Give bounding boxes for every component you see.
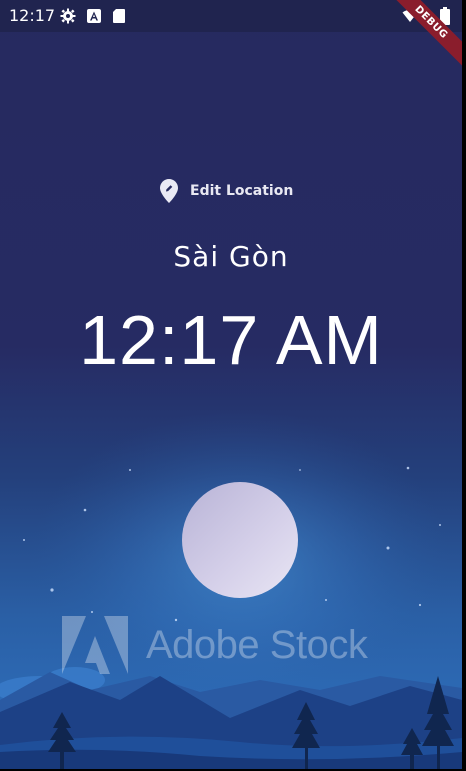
time-display: 12:17 AM [79, 301, 383, 379]
location-name: Sài Gòn [173, 240, 289, 273]
adobe-logo-icon [62, 616, 128, 674]
status-bar: 12:17 [0, 0, 462, 32]
moon [182, 482, 298, 598]
location-pin-icon [160, 179, 178, 203]
app-screen: Adobe Stock 12:17 DEBUG Edit Location Sà… [0, 0, 462, 769]
edit-location-label: Edit Location [190, 183, 294, 199]
status-time: 12:17 [9, 6, 56, 25]
a-badge-icon [87, 9, 101, 23]
sd-card-icon [113, 9, 125, 23]
screen-edge [462, 0, 466, 771]
gear-icon [60, 8, 76, 24]
edit-location-button[interactable]: Edit Location [160, 176, 293, 206]
watermark-text: Adobe Stock [146, 622, 368, 667]
adobe-stock-watermark: Adobe Stock [62, 616, 368, 674]
